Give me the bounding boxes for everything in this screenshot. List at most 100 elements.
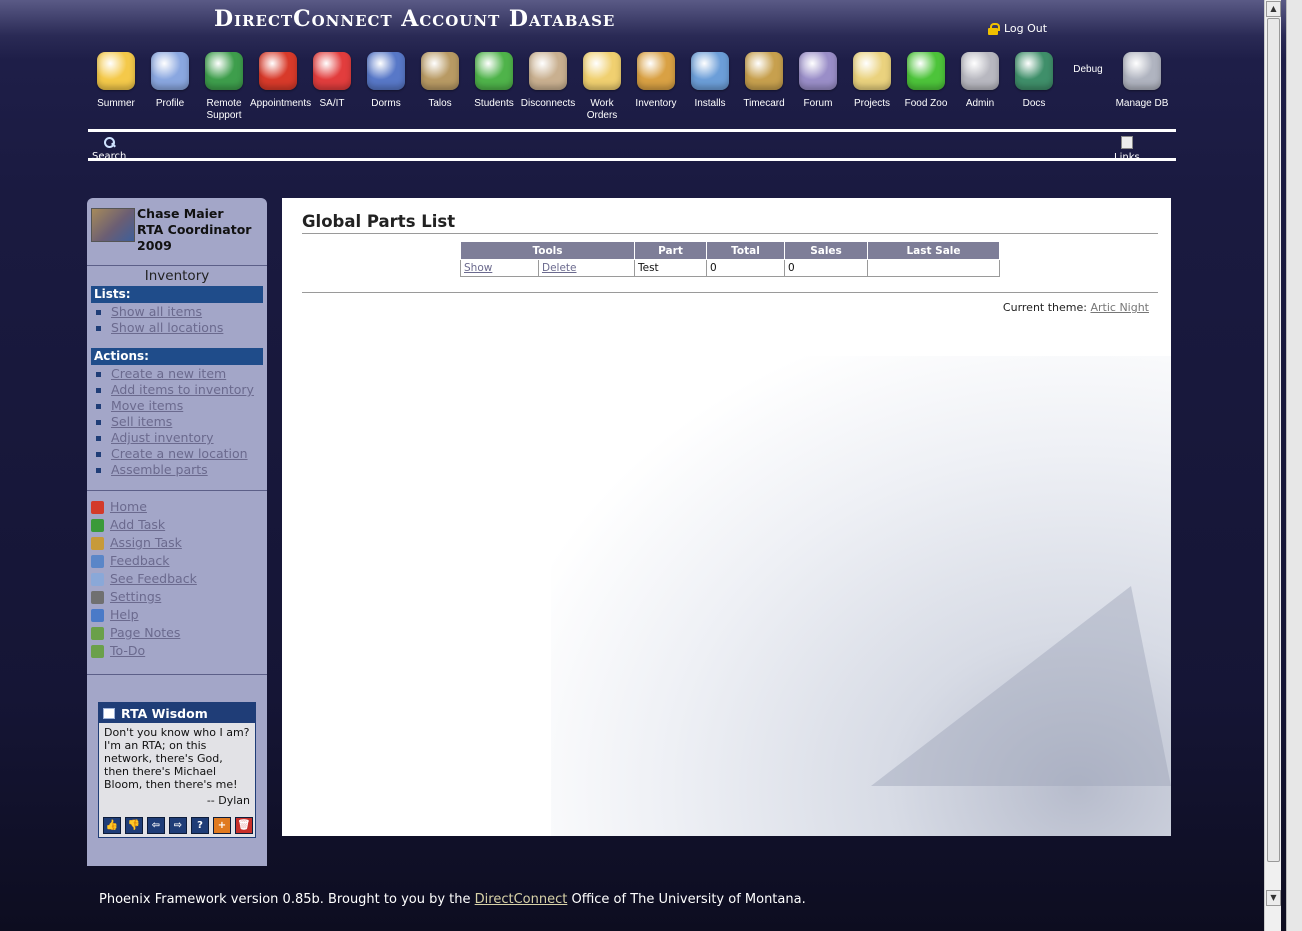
nav-manage-db[interactable]: Manage DB [1114, 52, 1170, 110]
wisdom-attribution: -- Dylan [206, 794, 250, 807]
nav-admin[interactable]: Admin [952, 52, 1008, 110]
thumbs-down-icon[interactable]: 👎 [125, 817, 143, 834]
nav-disconnects[interactable]: Disconnects [520, 52, 576, 110]
book-icon [103, 707, 115, 719]
logout-button[interactable]: Log Out [988, 22, 1047, 35]
sidebar-link[interactable]: Add items to inventory [95, 382, 254, 398]
sidebar-link[interactable]: Move items [95, 398, 254, 414]
nav-label: Remote Support [206, 98, 242, 121]
nav-projects[interactable]: Projects [844, 52, 900, 110]
page-title: Global Parts List [302, 212, 456, 231]
nav-label: Talos [428, 98, 452, 109]
sidebar-link[interactable]: Sell items [95, 414, 254, 430]
tool-label: Assign Task [110, 535, 182, 550]
mountain-graphic [871, 586, 1171, 786]
search-button[interactable]: Search [92, 136, 126, 160]
nav-students[interactable]: Students [466, 52, 522, 110]
money-bag-icon [745, 52, 783, 90]
user-name: Chase Maier [137, 206, 224, 221]
nav-work-orders[interactable]: Work Orders [574, 52, 630, 122]
nav-summer[interactable]: Summer [88, 52, 144, 110]
wisdom-box: RTA Wisdom Don't you know who I am? I'm … [98, 702, 256, 838]
sidebar-divider [87, 265, 267, 266]
sidebar-link[interactable]: Show all locations [95, 320, 223, 336]
tool-add-task[interactable]: Add Task [91, 516, 197, 534]
sidebar-link[interactable]: Create a new location [95, 446, 254, 462]
wisdom-quote: Don't you know who I am? I'm an RTA; on … [104, 726, 250, 791]
add-icon[interactable]: + [213, 817, 231, 834]
magnify-feedback-icon [91, 572, 104, 586]
nav-docs[interactable]: Docs [1006, 52, 1062, 110]
note-pencil-icon [91, 626, 104, 640]
tool-help[interactable]: Help [91, 606, 197, 624]
tool-page-notes[interactable]: Page Notes [91, 624, 197, 642]
box-icon [637, 52, 675, 90]
scroll-thumb[interactable] [1267, 18, 1280, 862]
tool-label: Help [110, 607, 139, 622]
profile-card-icon [151, 52, 189, 90]
links-button[interactable]: Links [1114, 136, 1140, 160]
footer-link[interactable]: DirectConnect [475, 892, 568, 907]
sidebar-link[interactable]: Adjust inventory [95, 430, 254, 446]
tool-see-feedback[interactable]: See Feedback [91, 570, 197, 588]
nav-label: Forum [803, 98, 833, 109]
scroll-down-icon[interactable]: ▼ [1266, 890, 1281, 906]
page-scrollbar[interactable]: ▲ ▼ [1264, 0, 1281, 931]
tool-assign-task[interactable]: Assign Task [91, 534, 197, 552]
nav-label: Disconnects [520, 98, 576, 109]
title-rule [302, 233, 1158, 234]
main-nav: Summer Profile Remote Support Appointments S… [88, 52, 1178, 128]
show-link[interactable]: Show [460, 259, 539, 277]
delete-link[interactable]: Delete [538, 259, 635, 277]
nav-installs[interactable]: Installs [682, 52, 738, 110]
lock-icon [988, 22, 1000, 35]
home-icon [91, 500, 104, 514]
wisdom-buttons: 👍 👎 ⇦ ⇨? + 🗑 [103, 817, 253, 834]
tool-label: Home [110, 499, 147, 514]
info-icon [91, 554, 104, 568]
nav-inventory[interactable]: Inventory [628, 52, 684, 110]
nav-label: Admin [965, 98, 995, 109]
links-icon [1120, 136, 1133, 149]
theme-link[interactable]: Artic Night [1090, 301, 1149, 314]
sidebar-divider [87, 490, 267, 491]
tool-settings[interactable]: Settings [91, 588, 197, 606]
nav-timecard[interactable]: Timecard [736, 52, 792, 110]
window-scrollbar[interactable] [1286, 0, 1302, 931]
nav-debug[interactable]: Debug [1060, 64, 1116, 76]
parts-table: Tools Part Total Sales Last Sale Show De… [460, 241, 1000, 277]
nav-talos[interactable]: Talos [412, 52, 468, 110]
nav-appointments[interactable]: Appointments [250, 52, 311, 110]
nav-profile[interactable]: Profile [142, 52, 198, 110]
tool-to-do[interactable]: To-Do [91, 642, 197, 660]
footer-text-before: Phoenix Framework version 0.85b. Brought… [99, 892, 475, 907]
first-aid-icon [313, 52, 351, 90]
sidebar-link[interactable]: Assemble parts [95, 462, 254, 478]
tool-feedback[interactable]: Feedback [91, 552, 197, 570]
nav-remote-support[interactable]: Remote Support [196, 52, 252, 122]
wisdom-header: RTA Wisdom [99, 703, 255, 723]
scroll-up-icon[interactable]: ▲ [1266, 1, 1281, 17]
assign-user-icon [91, 536, 104, 550]
prev-icon[interactable]: ⇦ [147, 817, 165, 834]
nav-label: Summer [97, 98, 135, 109]
nav-forum[interactable]: Forum [790, 52, 846, 110]
trash-icon[interactable]: 🗑 [235, 817, 253, 834]
nav-label: Students [474, 98, 514, 109]
section-title: Inventory [144, 268, 210, 284]
sidebar-link[interactable]: Show all items [95, 304, 223, 320]
sidebar-link[interactable]: Create a new item [95, 366, 254, 382]
tool-label: Feedback [110, 553, 170, 568]
cell-part: Test [634, 259, 707, 277]
scissors-tools-icon [91, 590, 104, 604]
next-icon[interactable]: ⇨ [169, 817, 187, 834]
todo-pencil-icon [91, 644, 104, 658]
question-icon[interactable]: ? [191, 817, 209, 834]
thumbs-up-icon[interactable]: 👍 [103, 817, 121, 834]
tool-home[interactable]: Home [91, 498, 197, 516]
footer: Phoenix Framework version 0.85b. Brought… [99, 892, 806, 907]
nav-label: Installs [694, 98, 726, 109]
nav-dorms[interactable]: Dorms [358, 52, 414, 110]
nav-food-zoo[interactable]: Food Zoo [898, 52, 954, 110]
nav-sa-it[interactable]: SA/IT [304, 52, 360, 110]
